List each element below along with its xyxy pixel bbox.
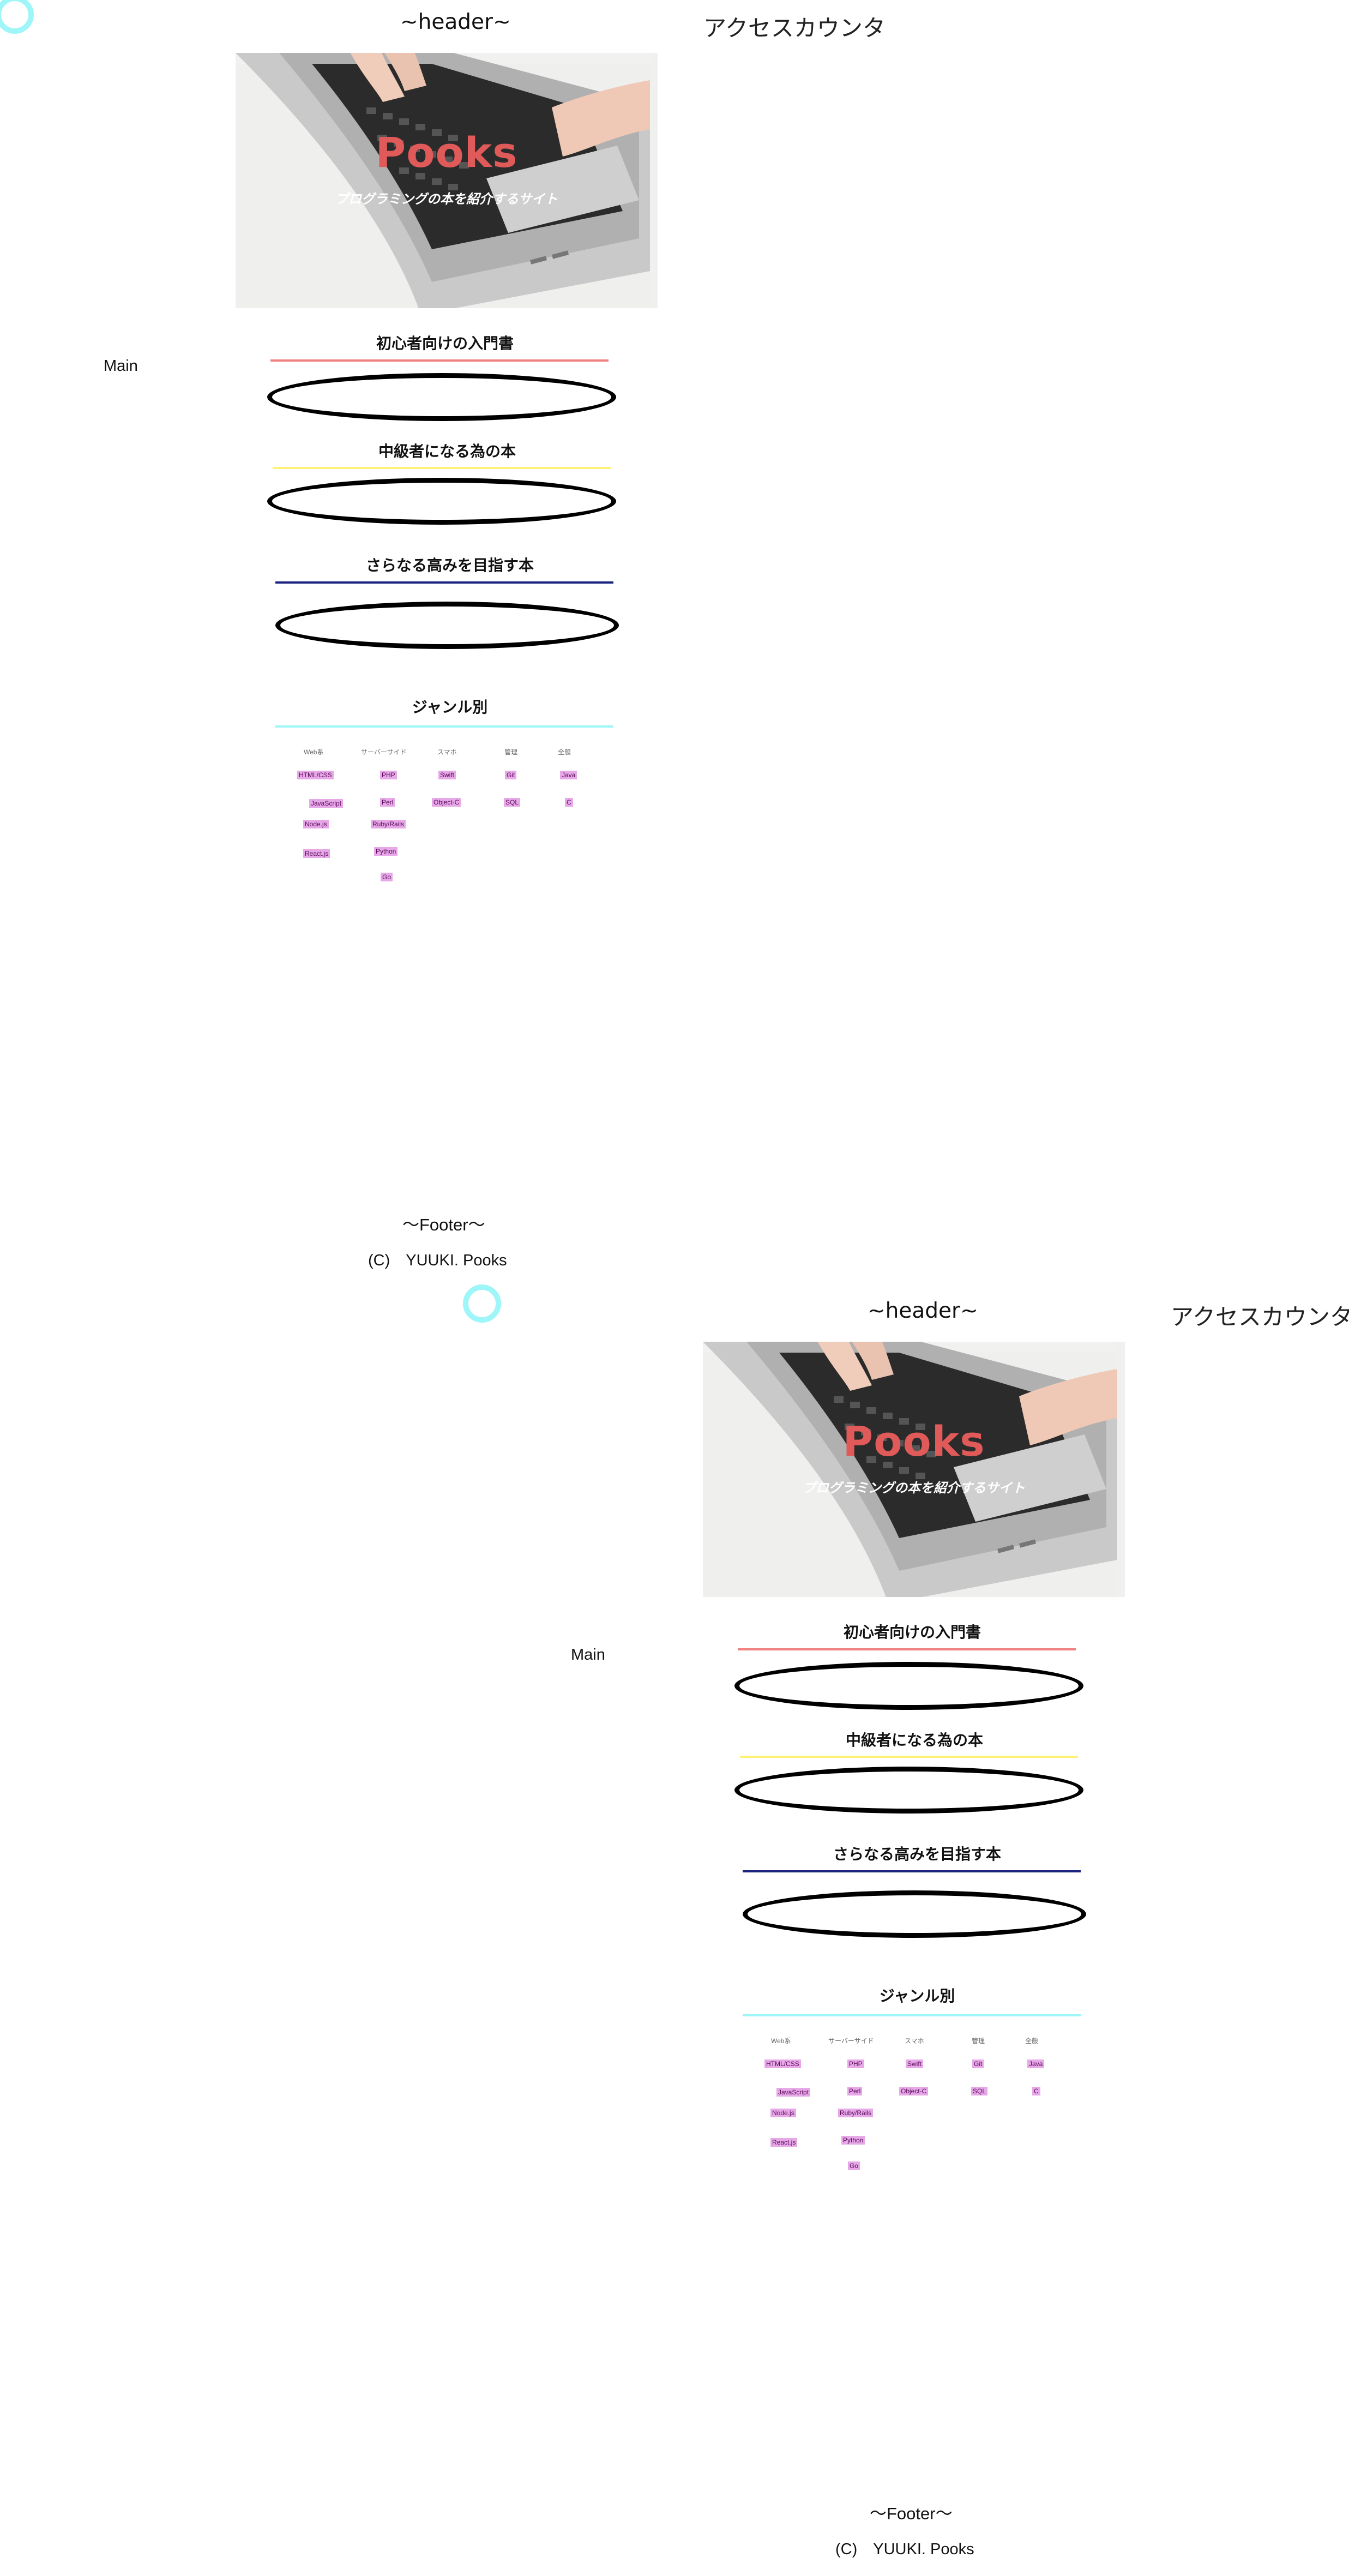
access-counter: アクセスカウンタ [703, 15, 886, 41]
advanced-books-ellipse [275, 602, 619, 649]
footer-copyright: (C) YUUKI. Pooks [368, 1252, 507, 1269]
tag-object-c[interactable]: Object-C [899, 2087, 929, 2095]
tag-go[interactable]: Go [848, 2161, 860, 2170]
tag-swift[interactable]: Swift [906, 2059, 924, 2068]
circle-decoration [0, 0, 34, 34]
section-line-intermediate [273, 467, 611, 469]
genre-heading-mobile: スマホ [437, 748, 457, 756]
section-title-advanced: さらなる高みを目指す本 [833, 1845, 1001, 1863]
section-title-genre: ジャンル別 [412, 698, 488, 716]
hero-title: Pooks [375, 128, 518, 177]
header-title: ~header~ [400, 10, 511, 34]
tag-swift[interactable]: Swift [438, 771, 456, 779]
tag-php[interactable]: PHP [380, 771, 397, 779]
section-title-advanced: さらなる高みを目指す本 [365, 556, 534, 574]
laptop-image [703, 1342, 1117, 1597]
hero-subtitle: プログラミングの本を紹介するサイト [335, 191, 558, 207]
tag-nodejs[interactable]: Node.js [770, 2109, 796, 2117]
section-line-beginner [270, 359, 609, 362]
genre-heading-management: 管理 [504, 748, 518, 756]
main-label: Main [104, 357, 138, 375]
genre-heading-general: 全般 [1025, 2037, 1039, 2045]
genre-heading-web: Web系 [304, 748, 324, 756]
section-line-genre [743, 2014, 1081, 2016]
footer-title: 〜Footer〜 [402, 1215, 485, 1234]
advanced-books-ellipse [743, 1890, 1086, 1938]
tag-javascript[interactable]: JavaScript [309, 799, 344, 808]
tag-c[interactable]: C [1032, 2087, 1040, 2095]
tag-sql[interactable]: SQL [504, 798, 521, 807]
tag-go[interactable]: Go [381, 873, 393, 881]
tag-java[interactable]: Java [1027, 2059, 1045, 2068]
tag-reactjs[interactable]: React.js [770, 2138, 798, 2147]
section-line-beginner [738, 1648, 1076, 1650]
section-title-genre: ジャンル別 [879, 1987, 955, 2005]
circle-decoration [463, 1284, 501, 1323]
tag-git[interactable]: Git [972, 2059, 984, 2068]
section-title-beginner: 初心者向けの入門書 [376, 334, 514, 352]
beginner-books-ellipse [267, 373, 616, 421]
laptop-image [236, 53, 650, 308]
intermediate-books-ellipse [734, 1767, 1083, 1814]
tag-html-css[interactable]: HTML/CSS [297, 771, 334, 779]
tag-perl[interactable]: Perl [847, 2087, 863, 2095]
footer-copyright: (C) YUUKI. Pooks [835, 2541, 974, 2558]
genre-heading-management: 管理 [972, 2037, 985, 2045]
intermediate-books-ellipse [267, 478, 616, 525]
genre-heading-server: サーバーサイド [828, 2037, 874, 2045]
beginner-books-ellipse [734, 1662, 1083, 1710]
tag-reactjs[interactable]: React.js [303, 849, 330, 858]
genre-heading-web: Web系 [771, 2037, 791, 2045]
hero-image: Pooks プログラミングの本を紹介するサイト [236, 53, 658, 308]
tag-java[interactable]: Java [560, 771, 577, 779]
hero-title: Pooks [842, 1417, 985, 1466]
tag-nodejs[interactable]: Node.js [303, 820, 329, 828]
page-copy-2: ~header~ アクセスカウンタ Pooks プログラミングの本を紹介するサイ… [463, 1284, 1349, 2576]
tag-javascript[interactable]: JavaScript [776, 2088, 811, 2097]
genre-heading-mobile: スマホ [905, 2037, 924, 2045]
header-title: ~header~ [868, 1299, 978, 1323]
access-counter: アクセスカウンタ [1171, 1304, 1349, 1330]
section-title-intermediate: 中級者になる為の本 [845, 1731, 983, 1749]
tag-python[interactable]: Python [374, 847, 398, 856]
tag-ruby-rails[interactable]: Ruby/Rails [371, 820, 406, 828]
tag-php[interactable]: PHP [847, 2059, 864, 2068]
tag-perl[interactable]: Perl [380, 798, 395, 807]
page-copy-1: ~header~ アクセスカウンタ Pooks プログラミングの本を紹介するサイ… [0, 0, 1349, 1287]
genre-heading-server: サーバーサイド [361, 748, 407, 756]
tag-sql[interactable]: SQL [971, 2087, 988, 2095]
hero-subtitle: プログラミングの本を紹介するサイト [803, 1480, 1025, 1496]
section-line-advanced [275, 581, 613, 584]
footer-title: 〜Footer〜 [870, 2504, 953, 2523]
genre-heading-general: 全般 [558, 748, 571, 756]
tag-c[interactable]: C [565, 798, 573, 807]
main-label: Main [571, 1646, 605, 1664]
tag-html-css[interactable]: HTML/CSS [764, 2059, 801, 2068]
section-title-beginner: 初心者向けの入門書 [843, 1623, 981, 1641]
section-title-intermediate: 中級者になる為の本 [378, 442, 516, 460]
tag-python[interactable]: Python [841, 2136, 865, 2145]
hero-image: Pooks プログラミングの本を紹介するサイト [703, 1342, 1125, 1597]
section-line-advanced [743, 1870, 1081, 1872]
tag-object-c[interactable]: Object-C [432, 798, 461, 807]
section-line-intermediate [740, 1756, 1078, 1758]
tag-git[interactable]: Git [505, 771, 517, 779]
tag-ruby-rails[interactable]: Ruby/Rails [838, 2109, 874, 2117]
section-line-genre [275, 725, 613, 728]
